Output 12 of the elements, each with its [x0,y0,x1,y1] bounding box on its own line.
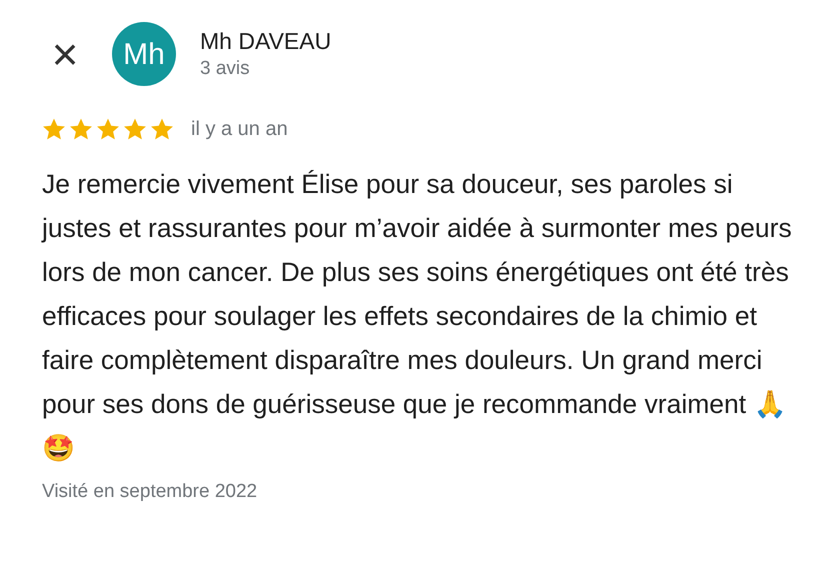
star-icon [122,116,148,142]
star-icon [149,116,175,142]
review-time: il y a un an [191,117,288,142]
review-text: Je remercie vivement Élise pour sa douceur, ses paroles si justes et rassurantes pour m’avoir aidée à surmonter mes peurs lors de mon cancer. De plus ses soins énergétiques ont été très efficaces pour soulager les effets secondaires de la chimio et faire complètement disparaître mes douleurs. Un grand merci pour ses dons de guérisseuse que je recommande vraiment 🙏🤩 [42,168,793,465]
close-button[interactable]: × [44,31,86,77]
review-count: 3 avis [200,57,251,81]
star-icon [68,116,94,142]
avatar: Mh [112,22,176,86]
star-icon [95,116,121,142]
star-icon [41,116,67,142]
reviewer-name: Mh DAVEAU [200,27,332,56]
visit-date: Visité en septembre 2022 [42,480,258,504]
